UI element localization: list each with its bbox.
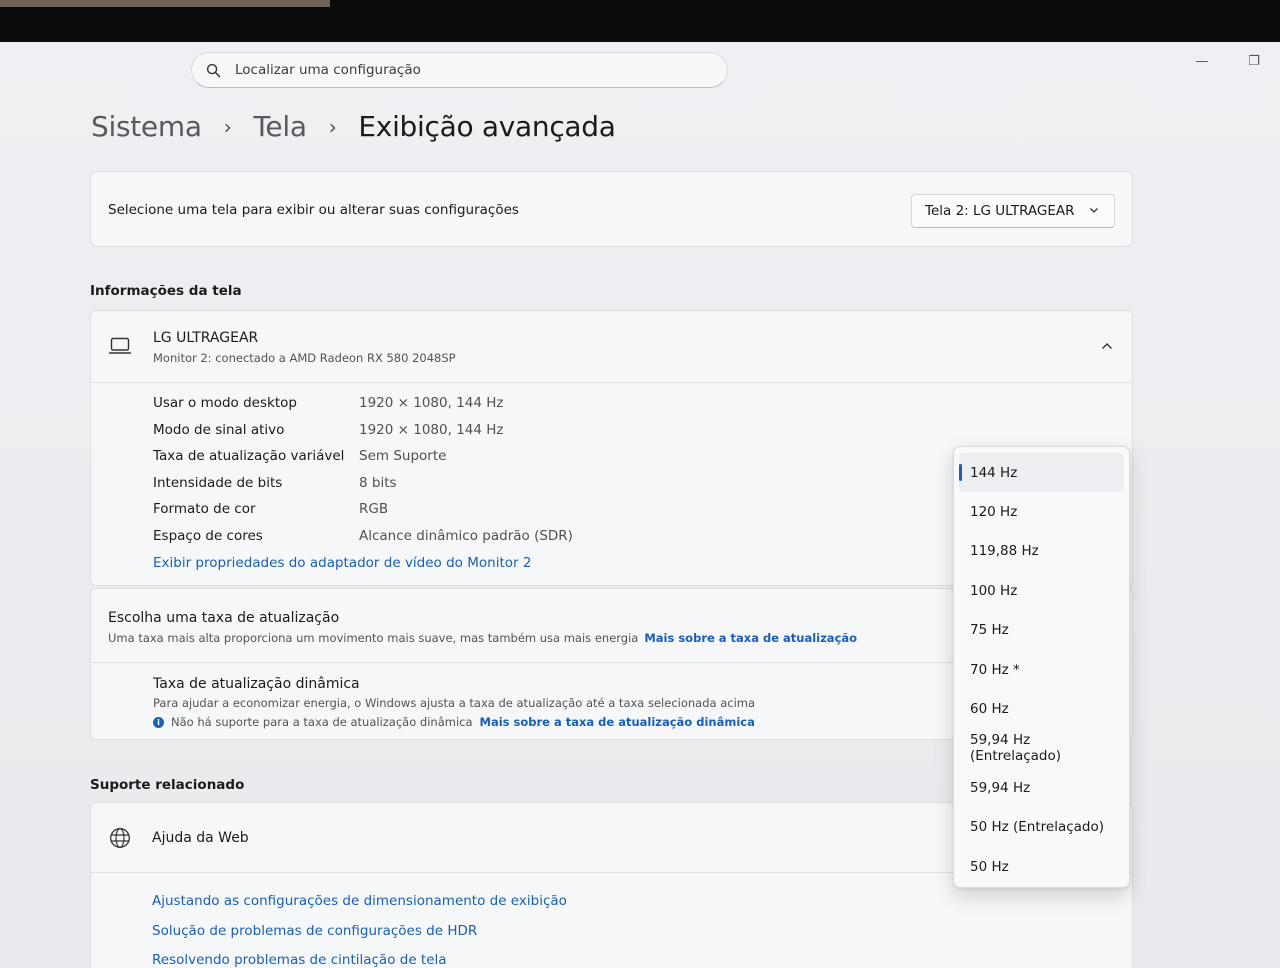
info-row: Intensidade de bits 8 bits [153, 475, 573, 502]
info-row: Formato de cor RGB [153, 501, 573, 528]
info-value: RGB [359, 501, 389, 517]
dynamic-refresh-description: Para ajudar a economizar energia, o Wind… [153, 696, 756, 710]
globe-icon [110, 828, 130, 848]
chevron-right-icon: › [328, 114, 337, 139]
info-value: 1920 × 1080, 144 Hz [359, 395, 504, 411]
info-row: Taxa de atualização variável Sem Suporte [153, 448, 573, 475]
dynamic-refresh-title: Taxa de atualização dinâmica [153, 676, 360, 692]
info-value: Sem Suporte [359, 448, 447, 464]
laptop-icon [109, 337, 131, 354]
info-key: Formato de cor [153, 501, 256, 517]
info-value: Alcance dinâmico padrão (SDR) [359, 527, 573, 544]
monitor-name: LG ULTRAGEAR [153, 330, 259, 346]
refresh-option[interactable]: 70 Hz * [959, 650, 1124, 689]
refresh-option[interactable]: 100 Hz [959, 571, 1124, 610]
support-link-hdr[interactable]: Solução de problemas de configurações de… [152, 923, 567, 953]
breadcrumb-tela[interactable]: Tela [253, 110, 307, 143]
window-controls: — ❐ [1194, 54, 1262, 70]
info-key: Usar o modo desktop [153, 395, 297, 411]
minimize-button[interactable]: — [1194, 54, 1210, 70]
display-dropdown-value: Tela 2: LG ULTRAGEAR [925, 203, 1075, 219]
chevron-down-icon [1090, 208, 1098, 213]
refresh-option[interactable]: 60 Hz [959, 689, 1124, 728]
settings-window: — ❐ Sistema › Tela › Exibição avançada S… [0, 42, 1280, 968]
info-key: Taxa de atualização variável [153, 448, 345, 464]
display-info-heading: Informações da tela [90, 283, 242, 299]
breadcrumb: Sistema › Tela › Exibição avançada [91, 110, 616, 143]
refresh-option[interactable]: 59,94 Hz (Entrelaçado) [959, 729, 1124, 768]
dynamic-refresh-notice: i Não há suporte para a taxa de atualiza… [153, 715, 755, 729]
restore-button[interactable]: ❐ [1246, 54, 1262, 70]
info-row: Modo de sinal ativo 1920 × 1080, 144 Hz [153, 422, 573, 449]
chevron-right-icon: › [223, 114, 232, 139]
monitor-bezel [0, 0, 1280, 42]
support-link-scaling[interactable]: Ajustando as configurações de dimensiona… [152, 893, 567, 923]
dynamic-refresh-link[interactable]: Mais sobre a taxa de atualização dinâmic… [480, 715, 755, 729]
refresh-option[interactable]: 120 Hz [959, 492, 1124, 531]
support-link-flicker[interactable]: Resolvendo problemas de cintilação de te… [152, 952, 567, 968]
info-row: Espaço de cores Alcance dinâmico padrão (… [153, 528, 573, 555]
refresh-option[interactable]: 59,94 Hz [959, 768, 1124, 807]
refresh-option[interactable]: 119,88 Hz [959, 532, 1124, 571]
info-icon: i [153, 716, 164, 728]
dynamic-refresh-notice-text: Não há suporte para a taxa de atualizaçã… [171, 715, 473, 729]
monitor-subtitle: Monitor 2: conectado a AMD Radeon RX 580… [153, 351, 456, 365]
search-input[interactable] [235, 62, 675, 78]
refresh-rate-description-text: Uma taxa mais alta proporciona um movime… [108, 631, 639, 645]
info-value: 8 bits [359, 474, 397, 491]
search-icon [206, 63, 221, 77]
info-key: Intensidade de bits [153, 474, 283, 491]
support-links: Ajustando as configurações de dimensiona… [152, 893, 567, 968]
refresh-option[interactable]: 50 Hz (Entrelaçado) [959, 808, 1124, 847]
display-dropdown[interactable]: Tela 2: LG ULTRAGEAR [911, 194, 1115, 228]
related-support-heading: Suporte relacionado [90, 777, 245, 793]
display-select-card: Selecione uma tela para exibir ou altera… [90, 171, 1133, 247]
page-title: Exibição avançada [358, 110, 616, 143]
adapter-properties-link[interactable]: Exibir propriedades do adaptador de víde… [153, 555, 531, 571]
display-info-rows: Usar o modo desktop 1920 × 1080, 144 Hz M… [153, 395, 573, 554]
refresh-rate-link[interactable]: Mais sobre a taxa de atualização [644, 631, 857, 645]
refresh-option[interactable]: 75 Hz [959, 611, 1124, 650]
search-box[interactable] [191, 52, 728, 88]
display-info-header[interactable]: LG ULTRAGEAR Monitor 2: conectado a AMD … [91, 311, 1132, 383]
refresh-rate-description: Uma taxa mais alta proporciona um movime… [108, 631, 857, 645]
refresh-rate-dropdown-menu: 144 Hz 120 Hz 119,88 Hz 100 Hz 75 Hz 70 … [953, 446, 1130, 888]
refresh-option[interactable]: 144 Hz [959, 453, 1124, 493]
display-select-label: Selecione uma tela para exibir ou altera… [108, 202, 519, 218]
refresh-option[interactable]: 50 Hz [959, 847, 1124, 886]
refresh-rate-title: Escolha uma taxa de atualização [108, 610, 340, 626]
web-help-title: Ajuda da Web [152, 830, 249, 846]
chevron-up-icon[interactable] [1100, 339, 1114, 353]
info-key: Modo de sinal ativo [153, 421, 285, 438]
info-key: Espaço de cores [153, 527, 263, 544]
breadcrumb-sistema[interactable]: Sistema [91, 110, 202, 143]
info-row: Usar o modo desktop 1920 × 1080, 144 Hz [153, 395, 573, 422]
info-value: 1920 × 1080, 144 Hz [359, 421, 504, 438]
bezel-strip [0, 0, 330, 7]
